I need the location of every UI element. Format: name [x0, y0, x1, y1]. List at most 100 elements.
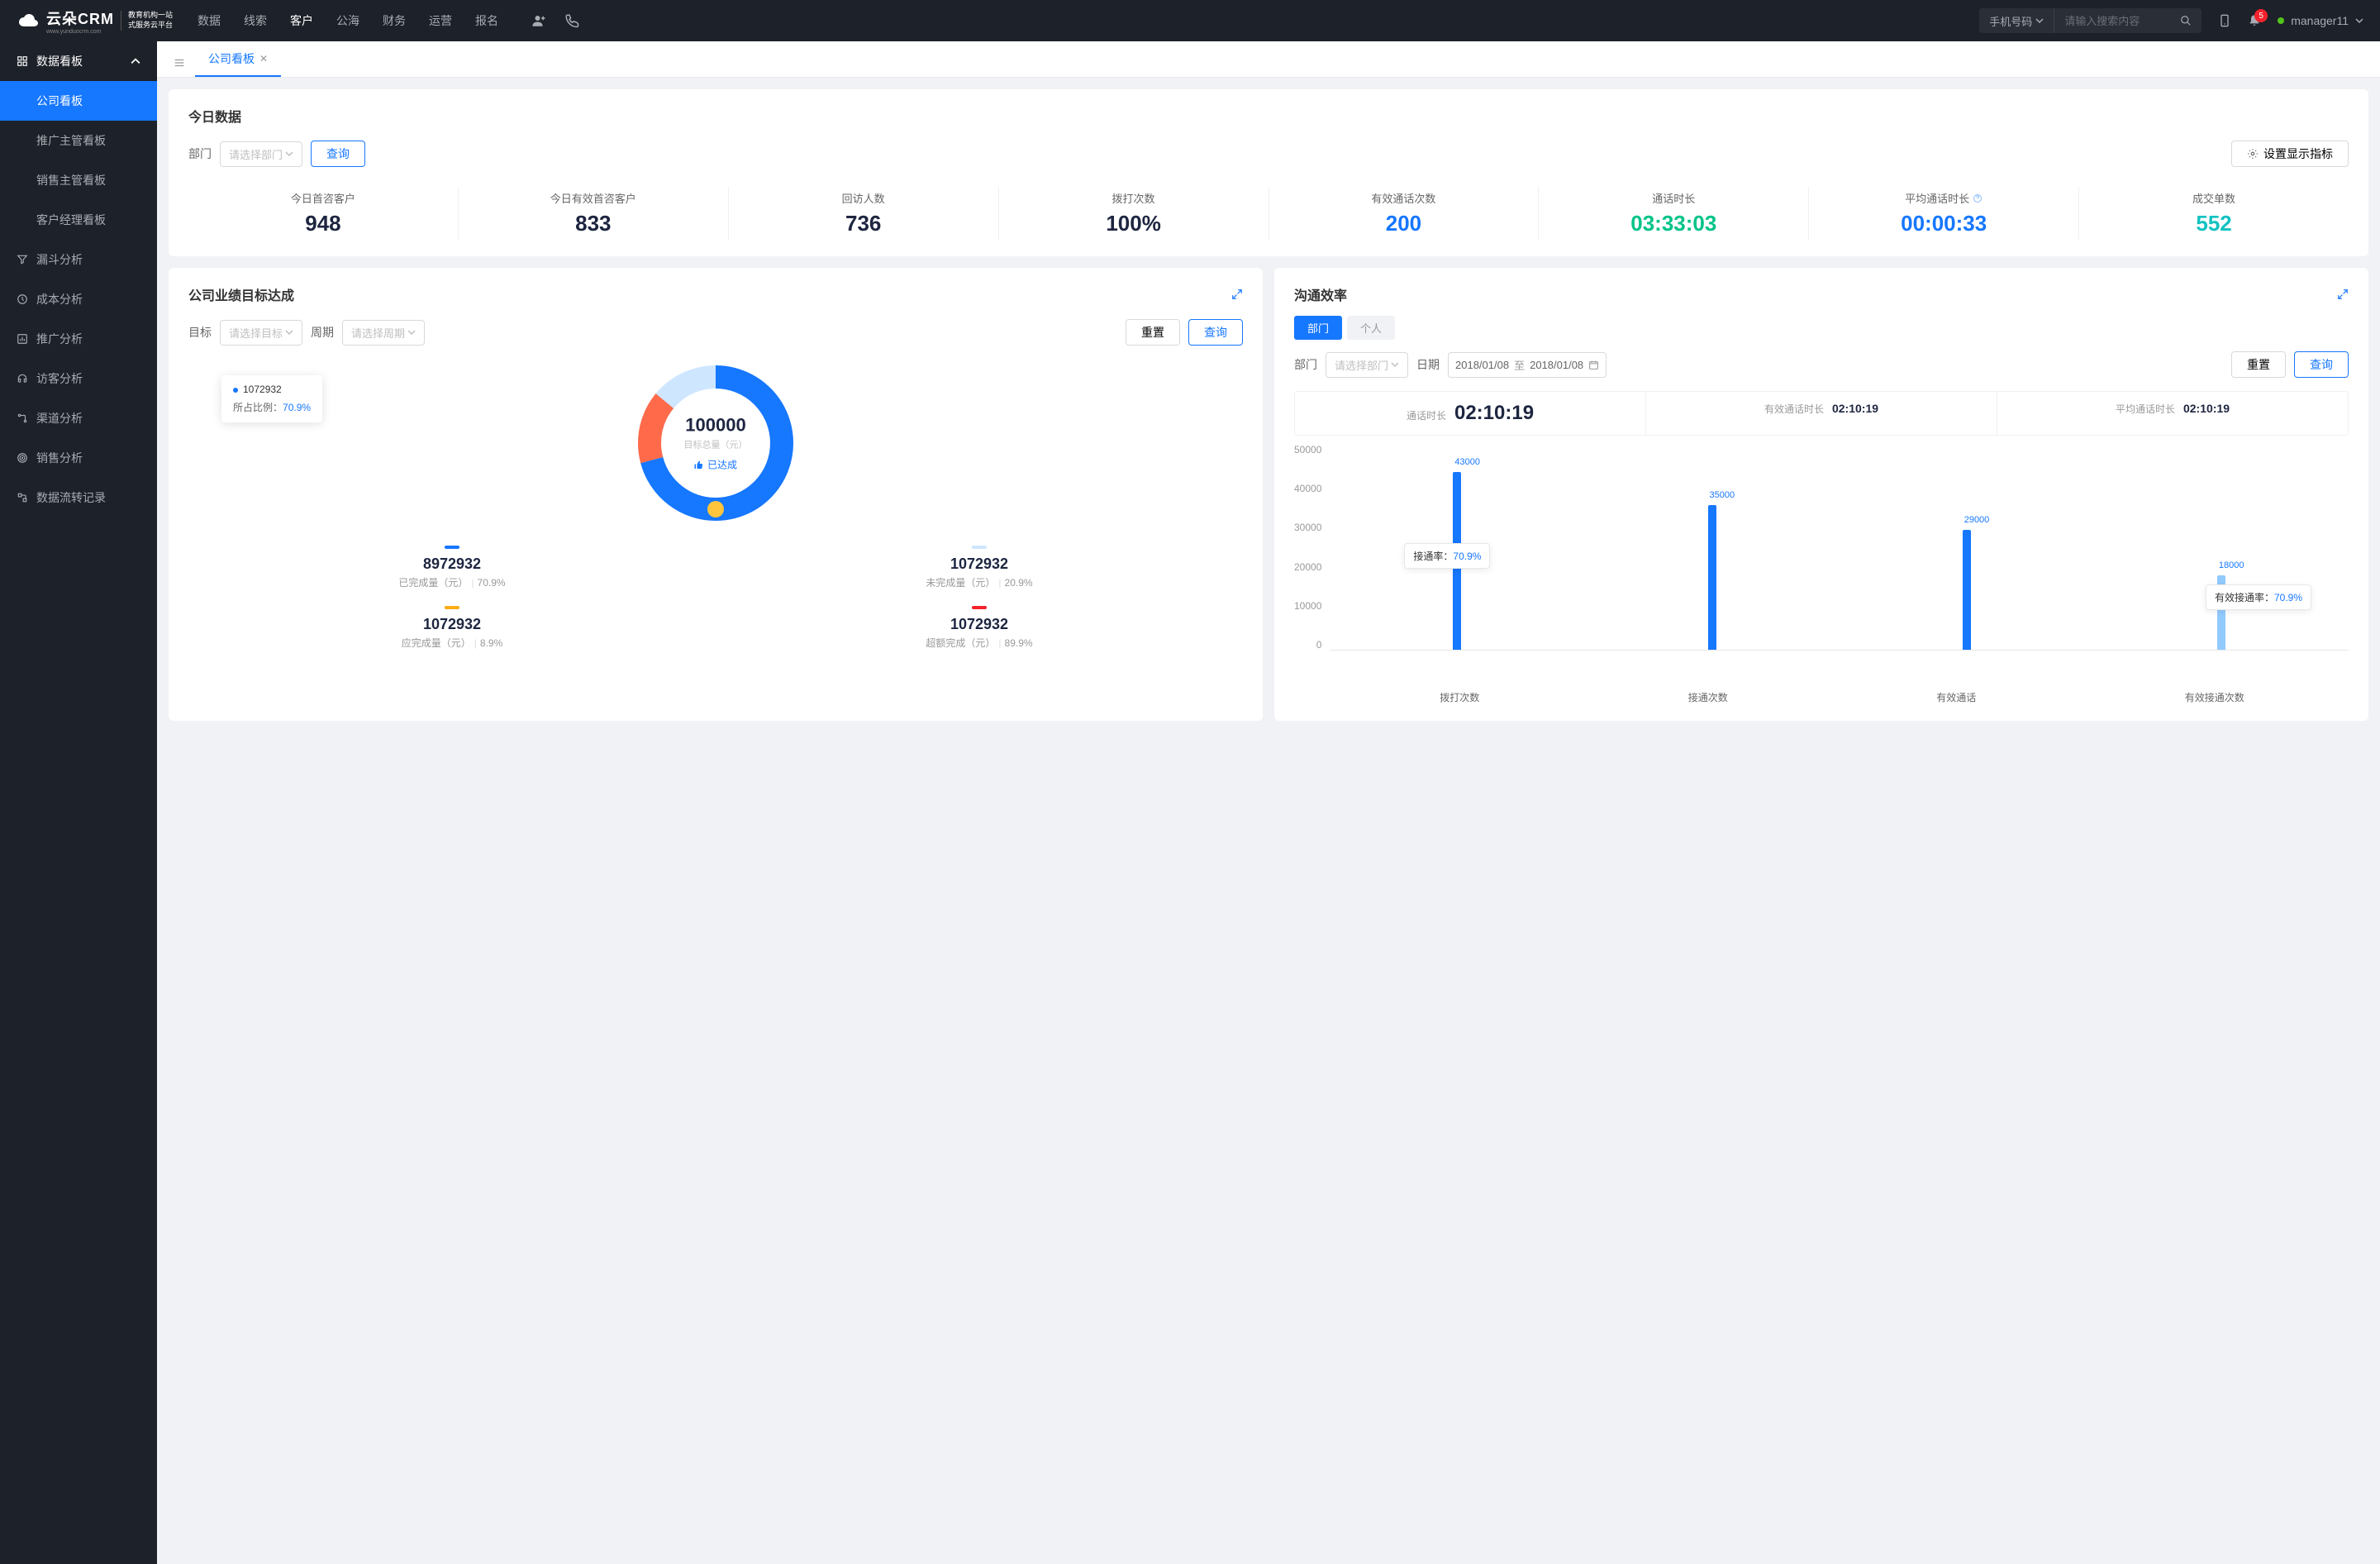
reset-button[interactable]: 重置: [2231, 351, 2286, 378]
sidebar-item-promo[interactable]: 推广分析: [0, 319, 157, 359]
sidebar-item-visitor[interactable]: 访客分析: [0, 359, 157, 398]
metric-item: 拨打次数100%: [999, 187, 1269, 240]
mobile-icon[interactable]: [2218, 14, 2231, 27]
legend-item: 1072932未完成量（元）|20.9%: [716, 546, 1243, 589]
nav-customers[interactable]: 客户: [290, 12, 313, 29]
today-card: 今日数据 部门 请选择部门 查询 设置显示指标 今日: [169, 89, 2368, 256]
stats-bar: 通话时长02:10:19有效通话时长02:10:19平均通话时长02:10:19: [1294, 391, 2349, 436]
logo-text: 云朵CRM: [46, 7, 114, 29]
dept-label: 部门: [188, 145, 212, 162]
sidebar-item-sales[interactable]: 销售分析: [0, 438, 157, 478]
clock-icon: [17, 293, 28, 305]
main-nav: 数据 线索 客户 公海 财务 运营 报名: [198, 12, 498, 29]
stats-item: 有效通话时长02:10:19: [1646, 392, 1997, 435]
top-header: 云朵CRM www.yunduocrm.com 教育机构一站 式服务云平台 数据…: [0, 0, 2380, 41]
sidebar-group-dashboard[interactable]: 数据看板: [0, 41, 157, 81]
calendar-icon: [1588, 360, 1599, 370]
search-box: 手机号码: [1979, 8, 2202, 33]
nav-leads[interactable]: 线索: [244, 12, 267, 29]
expand-icon[interactable]: [2337, 288, 2349, 300]
flow-icon: [17, 492, 28, 503]
query-button[interactable]: 查询: [311, 141, 365, 167]
sidebar-item-company[interactable]: 公司看板: [0, 81, 157, 121]
nav-ops[interactable]: 运营: [429, 12, 452, 29]
dept-select[interactable]: 请选择部门: [1326, 352, 1408, 378]
gear-icon: [2247, 148, 2259, 160]
chevron-down-icon: [2035, 17, 2044, 25]
sidebar-item-funnel[interactable]: 漏斗分析: [0, 240, 157, 279]
tabs-menu-button[interactable]: [167, 57, 192, 77]
query-button[interactable]: 查询: [2294, 351, 2349, 378]
tabs-bar: 公司看板 ✕: [157, 41, 2380, 78]
anno-connect-rate: 接通率：70.9%: [1404, 543, 1490, 569]
dept-select[interactable]: 请选择部门: [220, 141, 302, 167]
metric-item: 成交单数552: [2079, 187, 2349, 240]
sidebar-item-channel[interactable]: 渠道分析: [0, 398, 157, 438]
legend-item: 1072932应完成量（元）|8.9%: [188, 606, 716, 650]
notifications-button[interactable]: 5: [2248, 14, 2261, 27]
bar-column: 29000: [1963, 530, 1971, 650]
user-menu[interactable]: manager11: [2278, 14, 2363, 27]
nav-data[interactable]: 数据: [198, 12, 221, 29]
donut-center-label: 目标总量（元）: [684, 438, 748, 451]
dashboard-icon: [17, 55, 28, 67]
chart-icon: [17, 333, 28, 345]
search-input[interactable]: [2054, 15, 2170, 27]
sidebar-item-account-mgr[interactable]: 客户经理看板: [0, 200, 157, 240]
tab-dept-button[interactable]: 部门: [1294, 316, 1342, 340]
donut-legend: 8972932已完成量（元）|70.9%1072932未完成量（元）|20.9%…: [188, 546, 1243, 650]
search-icon: [2180, 15, 2192, 26]
metric-item: 通话时长03:33:03: [1539, 187, 1809, 240]
tab-company-board[interactable]: 公司看板 ✕: [195, 42, 281, 77]
anno-valid-rate: 有效接通率：70.9%: [2206, 584, 2311, 610]
sidebar-item-cost[interactable]: 成本分析: [0, 279, 157, 319]
chevron-down-icon: [1391, 360, 1399, 369]
cloud-icon: [17, 12, 40, 30]
route-icon: [17, 412, 28, 424]
bar-plot: 接通率：70.9% 有效接通率：70.9% 430003500029000180…: [1330, 444, 2349, 651]
date-label: 日期: [1416, 356, 1440, 373]
donut-center-value: 100000: [684, 415, 748, 436]
metric-item: 回访人数736: [729, 187, 999, 240]
efficiency-card: 沟通效率 部门 个人 部门 请选择部门 日期 2018/01/08 至: [1274, 268, 2368, 721]
y-axis: 50000400003000020000100000: [1294, 444, 1330, 651]
period-select[interactable]: 请选择周期: [342, 320, 425, 346]
eff-title: 沟通效率: [1294, 284, 1347, 304]
metric-item: 平均通话时长00:00:33: [1809, 187, 2079, 240]
bar-chart: 50000400003000020000100000 接通率：70.9% 有效接…: [1294, 444, 2349, 684]
target-select[interactable]: 请选择目标: [220, 320, 302, 346]
funnel-icon: [17, 254, 28, 265]
nav-pool[interactable]: 公海: [336, 12, 359, 29]
tab-person-button[interactable]: 个人: [1347, 316, 1395, 340]
x-axis-labels: 拨打次数接通次数有效通话有效接通次数: [1335, 690, 2349, 704]
nav-finance[interactable]: 财务: [383, 12, 406, 29]
phone-icon[interactable]: [564, 13, 579, 28]
legend-item: 8972932已完成量（元）|70.9%: [188, 546, 716, 589]
search-type-select[interactable]: 手机号码: [1979, 8, 2054, 33]
metric-item: 今日有效首咨客户833: [459, 187, 729, 240]
expand-icon[interactable]: [1231, 288, 1243, 300]
target-label: 目标: [188, 324, 212, 341]
reset-button[interactable]: 重置: [1126, 319, 1180, 346]
badge-count: 5: [2254, 9, 2268, 22]
goal-title: 公司业绩目标达成: [188, 284, 294, 304]
status-dot: [2278, 17, 2284, 24]
sidebar-item-flow[interactable]: 数据流转记录: [0, 478, 157, 517]
settings-indicators-button[interactable]: 设置显示指标: [2231, 141, 2349, 167]
thumbs-up-icon: [694, 460, 704, 470]
nav-signup[interactable]: 报名: [475, 12, 498, 29]
add-user-icon[interactable]: [531, 13, 546, 28]
menu-icon: [174, 57, 185, 69]
stats-item: 平均通话时长02:10:19: [1997, 392, 2348, 435]
logo[interactable]: 云朵CRM www.yunduocrm.com 教育机构一站 式服务云平台: [17, 7, 173, 35]
sidebar-item-promo-mgr[interactable]: 推广主管看板: [0, 121, 157, 160]
stats-item: 通话时长02:10:19: [1295, 392, 1646, 435]
date-range-input[interactable]: 2018/01/08 至 2018/01/08: [1448, 352, 1606, 378]
query-button[interactable]: 查询: [1188, 319, 1243, 346]
donut-tooltip: 1072932 所占比例：70.9%: [221, 375, 322, 422]
legend-item: 1072932超额完成（元）|89.9%: [716, 606, 1243, 650]
search-button[interactable]: [2170, 15, 2202, 26]
sidebar-item-sales-mgr[interactable]: 销售主管看板: [0, 160, 157, 200]
chevron-down-icon: [2355, 17, 2363, 25]
close-icon[interactable]: ✕: [259, 53, 268, 64]
